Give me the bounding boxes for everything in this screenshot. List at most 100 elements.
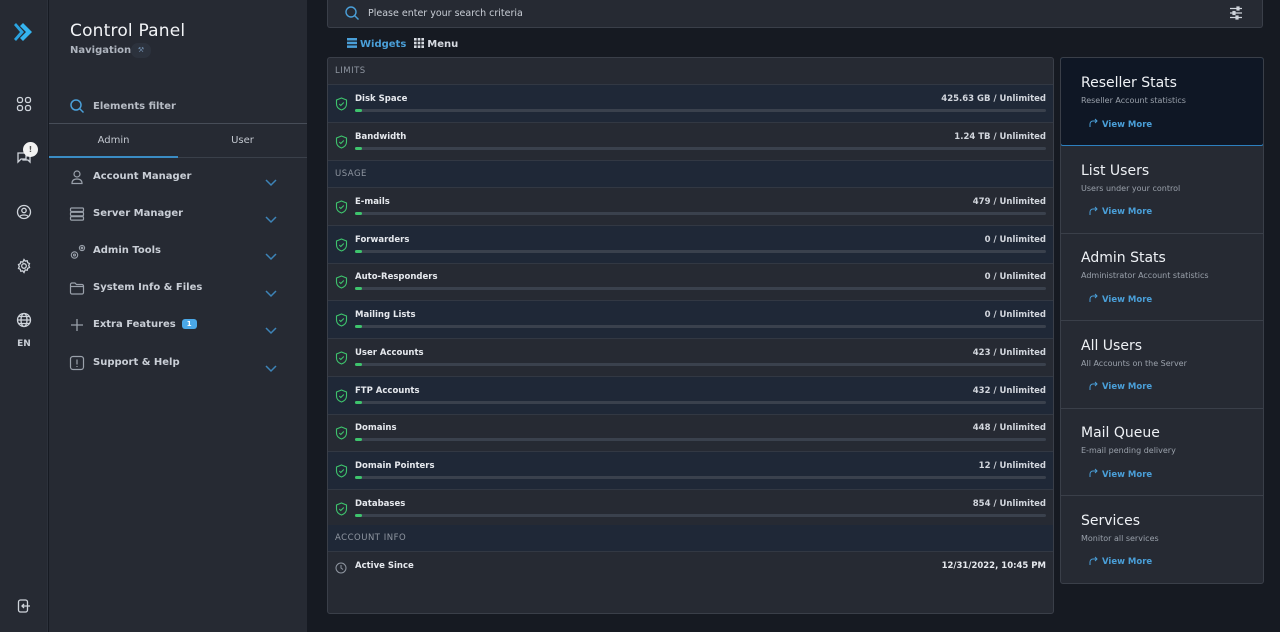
chevron-down-icon[interactable]	[265, 320, 277, 339]
navigation-panel: Control Panel Navigation ⚒ Elements filt…	[49, 0, 307, 632]
stat-progress-bar	[355, 212, 1046, 215]
shield-check-icon	[335, 274, 348, 293]
card-title: All Users	[1081, 337, 1143, 354]
server-icon	[69, 206, 87, 224]
stat-progress-fill	[355, 513, 362, 517]
elements-filter-placeholder[interactable]: Elements filter	[93, 101, 176, 112]
card-mail-queue[interactable]: Mail Queue E-mail pending delivery View Mo…	[1061, 408, 1263, 496]
menu-view-label: Menu	[427, 39, 459, 50]
folder-icon	[69, 280, 87, 298]
stat-progress-fill	[355, 325, 362, 329]
icon-rail: ! EN	[0, 0, 48, 632]
logo-icon[interactable]	[12, 20, 36, 44]
gears-icon	[69, 243, 87, 261]
chevron-down-icon[interactable]	[265, 209, 277, 228]
elements-filter[interactable]: Elements filter	[49, 92, 307, 124]
card-list-users[interactable]: List Users Users under your control View M…	[1061, 146, 1263, 234]
globe-icon[interactable]	[12, 308, 36, 332]
shield-check-icon	[335, 237, 348, 256]
stat-row-domains: Domains 448 / Unlimited	[328, 414, 1053, 453]
stat-row-user-accounts: User Accounts 423 / Unlimited	[328, 339, 1053, 377]
widgets-view-label: Widgets	[360, 39, 407, 50]
nav-item-system-info-files[interactable]: System Info & Files	[49, 270, 307, 307]
view-more-link[interactable]: View More	[1088, 381, 1152, 394]
user-icon	[69, 169, 87, 187]
filter-settings-icon[interactable]	[1228, 5, 1244, 25]
stat-value: 423 / Unlimited	[972, 347, 1046, 358]
card-admin-stats[interactable]: Admin Stats Administrator Account statist…	[1061, 233, 1263, 321]
menu-view-button[interactable]: Menu	[414, 38, 458, 51]
tab-admin[interactable]: Admin	[49, 124, 178, 158]
stat-row-domain-pointers: Domain Pointers 12 / Unlimited	[328, 451, 1053, 490]
settings-icon[interactable]	[12, 254, 36, 278]
view-more-link[interactable]: View More	[1088, 468, 1152, 481]
view-more-label: View More	[1102, 119, 1153, 130]
usage-section-header: USAGE	[328, 161, 1053, 188]
stat-label: Bandwidth	[355, 131, 407, 142]
nav-item-admin-tools[interactable]: Admin Tools	[49, 233, 307, 270]
nav-item-label: System Info & Files	[93, 282, 203, 293]
stat-row-forwarders: Forwarders 0 / Unlimited	[328, 225, 1053, 264]
dashboard-grid-icon[interactable]	[12, 92, 36, 116]
tab-user[interactable]: User	[178, 124, 307, 158]
chevron-down-icon[interactable]	[265, 283, 277, 302]
plus-icon	[69, 317, 87, 335]
nav-item-label: Account Manager	[93, 171, 192, 182]
stat-row-ftp-accounts: FTP Accounts 432 / Unlimited	[328, 376, 1053, 415]
card-title: Services	[1081, 512, 1141, 529]
chevron-down-icon[interactable]	[265, 172, 277, 191]
logout-icon[interactable]	[12, 594, 36, 618]
widgets-view-button[interactable]: Widgets	[347, 38, 406, 51]
view-more-link[interactable]: View More	[1088, 206, 1152, 219]
nav-item-account-manager[interactable]: Account Manager	[49, 159, 307, 196]
stat-progress-bar	[355, 146, 1046, 150]
stat-progress-bar	[355, 438, 1046, 442]
stat-row-databases: Databases 854 / Unlimited	[328, 490, 1053, 528]
profile-icon[interactable]	[12, 200, 36, 224]
nav-item-support-help[interactable]: Support & Help	[49, 345, 307, 382]
stat-progress-fill	[355, 475, 362, 479]
stat-label: Disk Space	[355, 94, 408, 104]
view-more-link[interactable]: View More	[1088, 118, 1152, 131]
nav-item-label-text: Extra Features	[93, 319, 176, 330]
alert-icon	[69, 355, 87, 373]
share-arrow-icon	[1088, 118, 1098, 131]
card-reseller-stats[interactable]: Reseller Stats Reseller Account statistic…	[1061, 58, 1263, 146]
stat-progress-fill	[355, 109, 362, 112]
card-title: Reseller Stats	[1081, 75, 1177, 91]
view-more-label: View More	[1102, 294, 1153, 305]
stat-progress-fill	[355, 212, 362, 215]
shield-check-icon	[335, 425, 348, 444]
search-input[interactable]	[368, 0, 1208, 26]
list-icon	[347, 38, 357, 51]
chevron-down-icon[interactable]	[265, 246, 277, 265]
chevron-down-icon[interactable]	[265, 358, 277, 377]
card-all-users[interactable]: All Users All Accounts on the Server View …	[1061, 321, 1263, 409]
account-info-section-header: ACCOUNT INFO	[328, 525, 1053, 552]
card-description: All Accounts on the Server	[1081, 358, 1187, 368]
nav-item-server-manager[interactable]: Server Manager	[49, 196, 307, 233]
search-bar	[327, 0, 1263, 28]
stat-progress-bar	[355, 109, 1046, 112]
navigation-pin-icon[interactable]: ⚒	[131, 43, 151, 58]
stat-value: 0 / Unlimited	[984, 310, 1046, 321]
stat-row-mailing-lists: Mailing Lists 0 / Unlimited	[328, 301, 1053, 340]
card-services[interactable]: Services Monitor all services View More	[1061, 496, 1263, 583]
view-more-label: View More	[1102, 557, 1153, 567]
shield-check-icon	[335, 312, 348, 331]
view-more-link[interactable]: View More	[1088, 556, 1152, 569]
card-description: Administrator Account statistics	[1081, 271, 1209, 280]
page-title: Control Panel	[70, 21, 186, 41]
shield-check-icon	[335, 388, 348, 407]
view-more-link[interactable]: View More	[1088, 293, 1152, 306]
shield-check-icon	[335, 199, 348, 218]
nav-item-extra-features[interactable]: Extra Features 1	[49, 307, 307, 344]
shield-check-icon	[335, 134, 348, 153]
language-label[interactable]: EN	[0, 339, 48, 349]
nav-tabs: Admin User	[49, 124, 307, 158]
stat-value: 479 / Unlimited	[972, 197, 1046, 207]
share-arrow-icon	[1088, 206, 1098, 219]
stat-progress-fill	[355, 438, 362, 442]
search-icon	[69, 98, 85, 118]
share-arrow-icon	[1088, 556, 1098, 569]
